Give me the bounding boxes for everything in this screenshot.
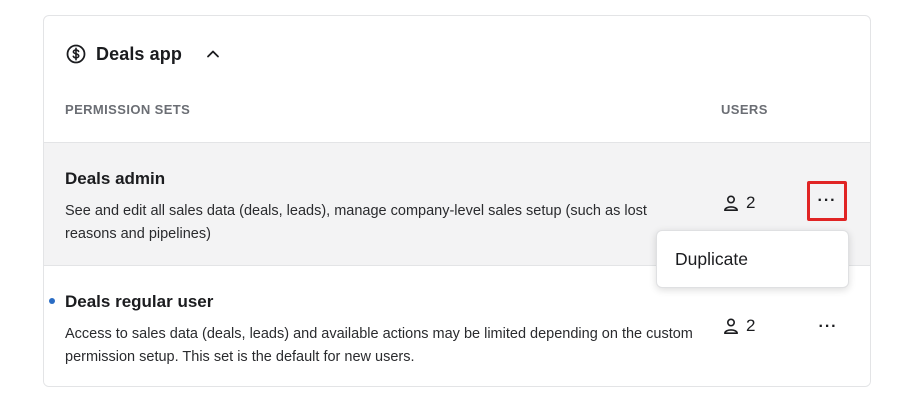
users-count: 2 xyxy=(722,193,755,213)
permission-set-description: See and edit all sales data (deals, lead… xyxy=(65,203,647,242)
more-options-dropdown: Duplicate xyxy=(656,230,849,288)
more-options-button[interactable]: ··· xyxy=(807,181,847,221)
users-count-value: 2 xyxy=(746,193,756,212)
duplicate-menu-item[interactable]: Duplicate xyxy=(675,249,748,270)
permission-sets-card: Deals app PERMISSION SETS USERS Deals ad… xyxy=(43,15,871,387)
users-count: 2 xyxy=(722,316,755,336)
column-header-users: USERS xyxy=(721,102,768,117)
more-options-button[interactable]: ··· xyxy=(808,307,848,347)
permission-set-description: Access to sales data (deals, leads) and … xyxy=(65,326,693,365)
user-icon xyxy=(722,194,740,212)
column-header-permission-sets: PERMISSION SETS xyxy=(65,102,191,117)
more-horizontal-icon: ··· xyxy=(817,192,837,209)
permission-set-title: Deals regular user xyxy=(65,292,214,311)
user-icon xyxy=(722,317,740,335)
users-count-value: 2 xyxy=(746,316,756,335)
app-header: Deals app xyxy=(66,42,221,66)
default-set-indicator xyxy=(49,298,55,304)
app-title: Deals app xyxy=(96,43,182,64)
permission-set-title: Deals admin xyxy=(65,169,166,188)
more-horizontal-icon: ··· xyxy=(818,318,838,335)
dollar-circle-icon xyxy=(66,44,86,64)
chevron-up-icon[interactable] xyxy=(205,46,221,62)
